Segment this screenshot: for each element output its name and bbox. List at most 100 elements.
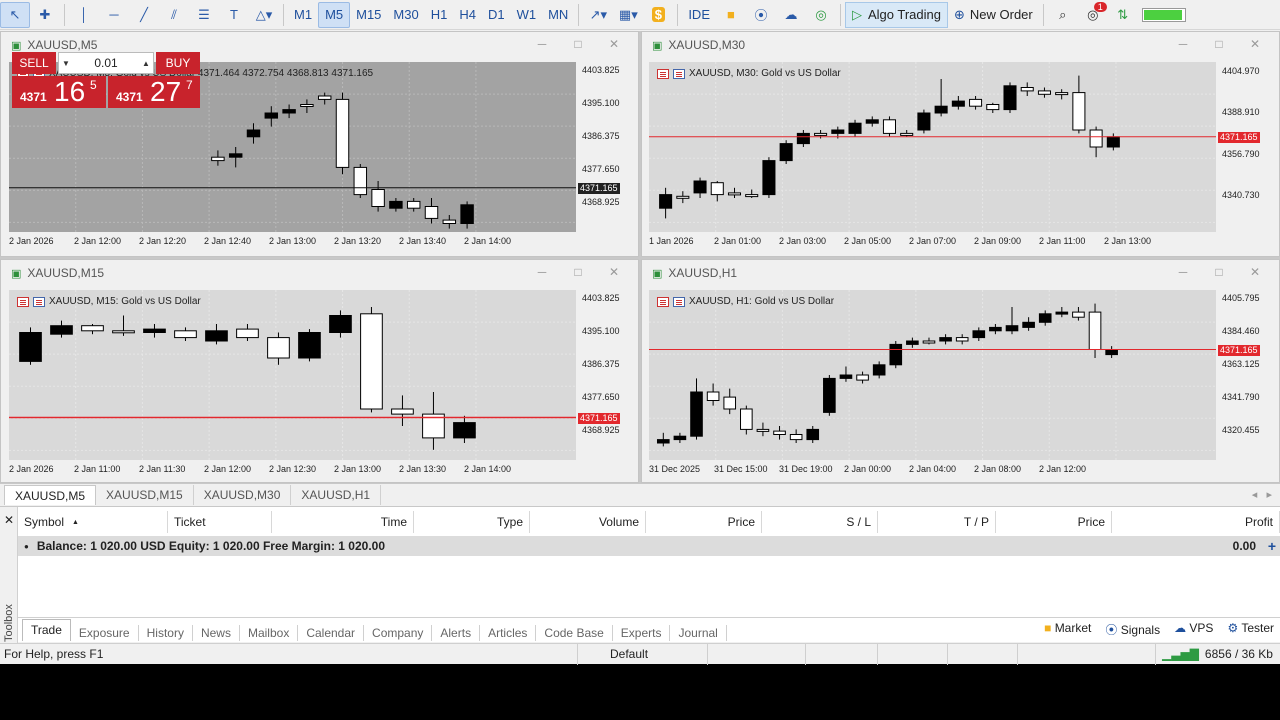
timeframe-w1[interactable]: W1 (511, 2, 543, 28)
chart-tab-xauusd-m5[interactable]: XAUUSD,M5 (4, 484, 97, 505)
volume-up-icon[interactable]: ▲ (139, 59, 153, 68)
chart-tab-xauusd-h1[interactable]: XAUUSD,H1 (291, 484, 382, 505)
text-icon[interactable]: T (219, 2, 249, 28)
symbol-menu-icon[interactable] (657, 296, 669, 307)
toolbox-tab-code-base[interactable]: Code Base (536, 624, 613, 641)
minimize-icon[interactable]: ─ (535, 37, 549, 51)
symbol-menu-icon[interactable] (657, 68, 669, 79)
buy-price-box[interactable]: 4371 27 7 (108, 76, 200, 108)
maximize-icon[interactable]: □ (571, 265, 585, 279)
chart-tab-xauusd-m30[interactable]: XAUUSD,M30 (194, 484, 292, 505)
balance-row[interactable]: ● Balance: 1 020.00 USD Equity: 1 020.00… (18, 536, 1280, 556)
templates-icon[interactable]: ▦▾ (613, 2, 643, 28)
column-header-volume-4[interactable]: Volume (530, 511, 646, 533)
new-order-button[interactable]: ⊕ New Order (948, 2, 1039, 28)
toolbox-tab-trade[interactable]: Trade (22, 618, 71, 641)
chart-properties-icon[interactable] (673, 68, 685, 79)
price-chart-m15[interactable]: XAUUSD, M15: Gold vs US Dollar (9, 290, 576, 460)
maximize-icon[interactable]: □ (1212, 37, 1226, 51)
column-header-time-2[interactable]: Time (272, 511, 414, 533)
timeframe-h4[interactable]: H4 (453, 2, 482, 28)
vps-cloud-icon[interactable]: ☁ (776, 2, 806, 28)
connection-icon[interactable]: ⇅ (1108, 2, 1138, 28)
column-header-type-3[interactable]: Type (414, 511, 530, 533)
candle-body (693, 180, 707, 194)
maximize-icon[interactable]: □ (1212, 265, 1226, 279)
sell-price-box[interactable]: 4371 16 5 (12, 76, 106, 108)
column-header-price-5[interactable]: Price (646, 511, 762, 533)
horizontal-line-icon[interactable]: ─ (99, 2, 129, 28)
tab-scroll-icon[interactable]: ◂ ▸ (1252, 488, 1272, 501)
chart-tab-xauusd-m15[interactable]: XAUUSD,M15 (96, 484, 194, 505)
market-bag-icon[interactable]: ■ (716, 2, 746, 28)
chart-window-m15[interactable]: ▣ XAUUSD,M15 ─ □ ✕ XAUUSD, M15: Gold vs U… (0, 259, 639, 483)
signals-icon[interactable]: ⦿ (746, 2, 776, 28)
link-signals[interactable]: ⦿ Signals (1105, 621, 1160, 638)
link-tester[interactable]: ⚙ Tester (1227, 621, 1274, 638)
timeframe-h1[interactable]: H1 (425, 2, 454, 28)
timeframe-mn[interactable]: MN (542, 2, 574, 28)
x-axis-tick: 2 Jan 12:00 (1039, 464, 1087, 474)
timeframe-d1[interactable]: D1 (482, 2, 511, 28)
toolbox-tab-experts[interactable]: Experts (613, 624, 671, 641)
maximize-icon[interactable]: □ (571, 37, 585, 51)
volume-stepper[interactable]: ▼ 0.01 ▲ (58, 52, 154, 74)
volume-input[interactable]: 0.01 (73, 56, 139, 70)
minimize-icon[interactable]: ─ (535, 265, 549, 279)
timeframe-m15[interactable]: M15 (350, 2, 387, 28)
channel-icon[interactable]: ⫽ (159, 2, 189, 28)
toolbox-tab-company[interactable]: Company (364, 624, 433, 641)
timeframe-m1[interactable]: M1 (288, 2, 318, 28)
cursor-icon[interactable]: ↖ (0, 1, 30, 28)
close-icon[interactable]: ✕ (1248, 37, 1262, 51)
toolbox-tab-exposure[interactable]: Exposure (71, 624, 139, 641)
toolbox-tab-history[interactable]: History (139, 624, 193, 641)
link-vps[interactable]: ☁ VPS (1174, 621, 1213, 638)
column-header-symbol-0[interactable]: Symbol ▲ (18, 511, 168, 533)
shapes-icon[interactable]: △▾ (249, 2, 279, 28)
minimize-icon[interactable]: ─ (1176, 37, 1190, 51)
indicators-icon[interactable]: ↗▾ (583, 2, 613, 28)
close-icon[interactable]: ✕ (4, 513, 14, 527)
vertical-line-icon[interactable]: │ (69, 2, 99, 28)
close-icon[interactable]: ✕ (607, 37, 621, 51)
chart-window-m30[interactable]: ▣ XAUUSD,M30 ─ □ ✕ XAUUSD, M30: Gold vs U… (641, 31, 1280, 257)
minimize-icon[interactable]: ─ (1176, 265, 1190, 279)
algo-trading-button[interactable]: ▷ Algo Trading (844, 1, 948, 28)
notifications-icon[interactable]: ◎ 1 (1078, 1, 1108, 28)
column-header-sl-6[interactable]: S / L (762, 511, 878, 533)
toolbox-tab-journal[interactable]: Journal (670, 624, 727, 641)
column-header-tp-7[interactable]: T / P (878, 511, 996, 533)
close-icon[interactable]: ✕ (1248, 265, 1262, 279)
chart-window-h1[interactable]: ▣ XAUUSD,H1 ─ □ ✕ XAUUSD, H1: Gold vs US … (641, 259, 1280, 483)
symbol-menu-icon[interactable] (17, 296, 29, 307)
link-market[interactable]: ■ Market (1044, 621, 1091, 638)
toolbox-tab-mailbox[interactable]: Mailbox (240, 624, 299, 641)
timeframe-m5[interactable]: M5 (318, 1, 351, 28)
sell-button[interactable]: SELL (12, 52, 56, 74)
fibonacci-icon[interactable]: ☰ (189, 2, 219, 28)
ide-button[interactable]: IDE (682, 7, 716, 22)
toolbox-tab-articles[interactable]: Articles (480, 624, 537, 641)
chart-properties-icon[interactable] (33, 296, 45, 307)
toolbox-tab-news[interactable]: News (193, 624, 240, 641)
price-chart-h1[interactable]: XAUUSD, H1: Gold vs US Dollar (649, 290, 1216, 460)
search-icon[interactable]: ⌕ (1048, 2, 1078, 28)
globe-icon[interactable]: ◎ (806, 2, 836, 28)
add-icon[interactable]: + (1268, 538, 1276, 554)
price-chart-m30[interactable]: XAUUSD, M30: Gold vs US Dollar (649, 62, 1216, 232)
dollar-icon[interactable]: $ (643, 2, 673, 28)
chart-symbol-info: XAUUSD, M30: Gold vs US Dollar (689, 68, 841, 79)
close-icon[interactable]: ✕ (607, 265, 621, 279)
trendline-icon[interactable]: ╱ (129, 2, 159, 28)
chart-properties-icon[interactable] (673, 296, 685, 307)
volume-down-icon[interactable]: ▼ (59, 59, 73, 68)
toolbox-tab-calendar[interactable]: Calendar (298, 624, 365, 641)
column-header-price-8[interactable]: Price (996, 511, 1112, 533)
buy-button[interactable]: BUY (156, 52, 200, 74)
crosshair-icon[interactable]: ✚ (30, 2, 60, 28)
column-header-ticket-1[interactable]: Ticket (168, 511, 272, 533)
timeframe-m30[interactable]: M30 (387, 2, 424, 28)
column-header-profit-9[interactable]: Profit (1112, 511, 1280, 533)
toolbox-tab-alerts[interactable]: Alerts (432, 624, 481, 641)
